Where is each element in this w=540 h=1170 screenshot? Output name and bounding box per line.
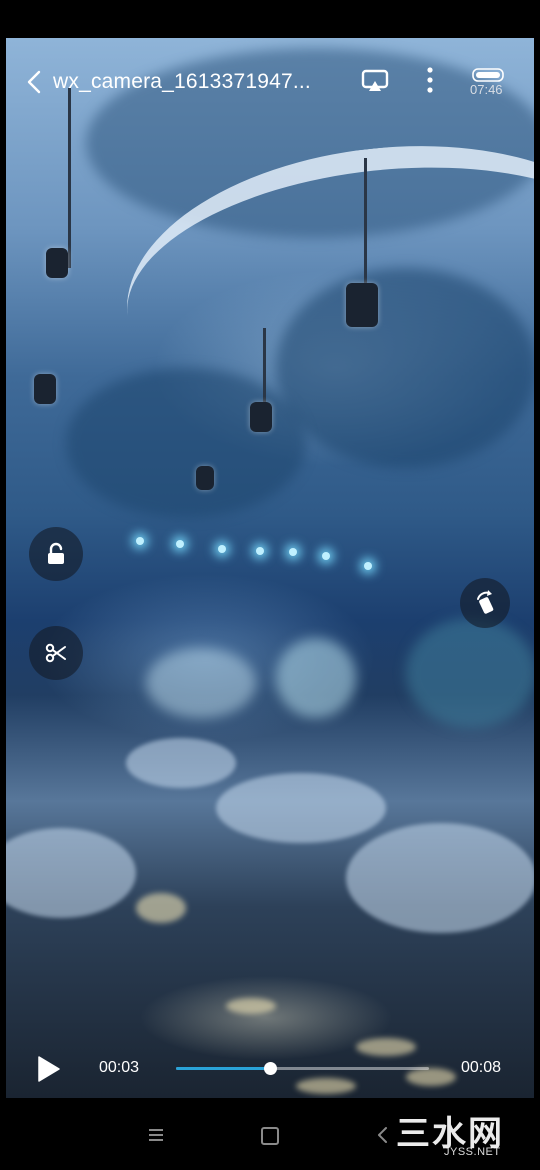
stage-lamp	[196, 466, 214, 490]
stage-light	[289, 548, 297, 556]
table	[126, 738, 236, 788]
watermark: 三水网 JYSS.NET	[396, 1106, 526, 1164]
floor-light-spot	[356, 1038, 416, 1056]
current-time: 00:03	[99, 1059, 140, 1076]
stage-light	[322, 552, 330, 560]
status-bar	[0, 0, 540, 38]
table	[6, 828, 136, 918]
play-button[interactable]	[36, 1056, 62, 1082]
watermark-site: JYSS.NET	[444, 1146, 501, 1158]
stage-light	[256, 547, 264, 555]
more-options-button[interactable]	[418, 64, 442, 98]
back-chevron-icon[interactable]	[376, 1126, 390, 1144]
centerpiece	[406, 618, 534, 728]
chevron-left-icon	[27, 70, 41, 94]
progress-thumb[interactable]	[263, 1062, 277, 1075]
centerpiece	[276, 638, 356, 718]
lock-button[interactable]	[29, 527, 83, 581]
stage-lamp	[34, 374, 56, 404]
more-vertical-icon	[427, 67, 433, 93]
progress-fill	[176, 1067, 270, 1070]
total-time: 00:08	[461, 1059, 502, 1076]
centerpiece	[146, 648, 256, 718]
light-rod	[263, 328, 266, 408]
floor-light-spot	[226, 998, 276, 1014]
rotate-screen-icon	[477, 590, 494, 614]
scissors-icon	[45, 643, 66, 663]
stage-light	[136, 537, 144, 545]
stage-lamp	[346, 283, 378, 327]
floor-light-spot	[406, 1068, 456, 1086]
menu-icon[interactable]	[147, 1128, 167, 1142]
back-button[interactable]	[20, 66, 48, 98]
home-square-icon[interactable]	[261, 1127, 279, 1145]
video-title: wx_camera_1613371947...	[53, 70, 311, 93]
stage-light	[364, 562, 372, 570]
stage-light	[176, 540, 184, 548]
unlock-icon	[48, 542, 64, 564]
light-rod	[364, 158, 367, 288]
cast-button[interactable]	[360, 66, 390, 96]
progress-bar[interactable]	[176, 1062, 429, 1075]
stage-lamp	[46, 248, 68, 278]
light-rod	[68, 88, 71, 268]
stage-light	[218, 545, 226, 553]
play-icon	[38, 1056, 60, 1082]
top-controls: wx_camera_1613371947... 07:46	[0, 58, 540, 106]
floor-light-spot	[296, 1078, 356, 1094]
rotate-button[interactable]	[460, 578, 510, 628]
table	[216, 773, 386, 843]
battery-icon	[472, 68, 506, 82]
table	[346, 823, 534, 933]
stage-lamp	[250, 402, 272, 432]
floor-light-spot	[136, 893, 186, 923]
system-clock: 07:46	[470, 82, 503, 97]
video-frame[interactable]	[6, 38, 534, 1098]
screen-cast-icon	[361, 69, 389, 91]
cut-button[interactable]	[29, 626, 83, 680]
